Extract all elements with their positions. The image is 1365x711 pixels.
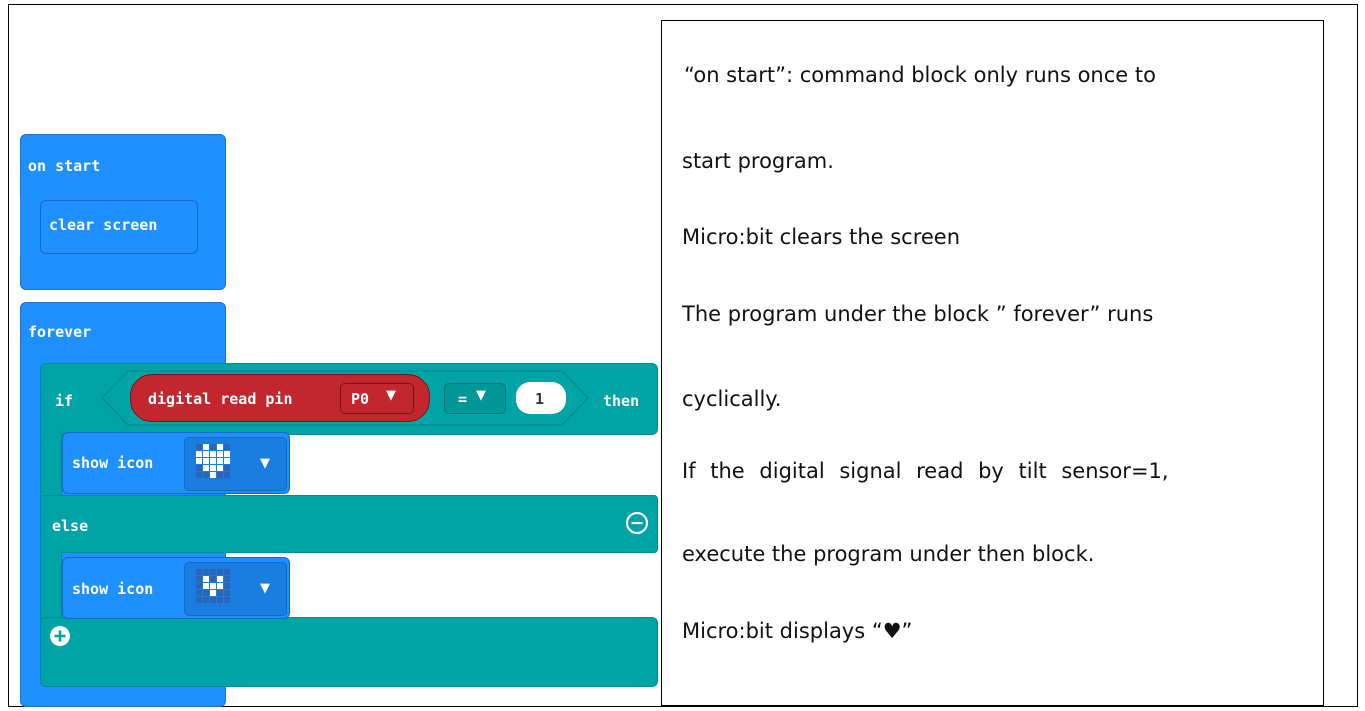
icon-led xyxy=(203,472,209,478)
desc-line-3: Micro:bit clears the screen xyxy=(682,225,961,249)
icon-led xyxy=(217,583,223,589)
add-else-if-icon[interactable] xyxy=(48,624,72,648)
icon-led xyxy=(217,576,223,582)
heart-icon xyxy=(196,444,230,478)
icon-led xyxy=(210,569,216,575)
icon-led xyxy=(210,576,216,582)
on-start-mouth xyxy=(20,196,42,256)
icon-led xyxy=(224,472,230,478)
icon-led xyxy=(203,569,209,575)
icon-led xyxy=(224,465,230,471)
icon-led xyxy=(203,465,209,471)
else-label: else xyxy=(52,517,89,535)
if-else-footer xyxy=(40,617,658,687)
icon-led xyxy=(196,465,202,471)
icon-led xyxy=(196,583,202,589)
operator-dropdown[interactable] xyxy=(444,383,506,414)
icon-led xyxy=(217,590,223,596)
icon-led xyxy=(196,451,202,457)
icon-led xyxy=(210,444,216,450)
icon-led xyxy=(196,597,202,603)
desc-line-8: Micro:bit displays “♥” xyxy=(682,619,913,643)
icon-led xyxy=(203,576,209,582)
icon-led xyxy=(210,597,216,603)
icon-led xyxy=(203,458,209,464)
icon-led xyxy=(217,444,223,450)
icon-led xyxy=(196,472,202,478)
remove-else-icon[interactable] xyxy=(624,510,650,536)
icon-led xyxy=(224,597,230,603)
icon-led xyxy=(224,590,230,596)
small-heart-icon xyxy=(196,569,230,603)
icon-led xyxy=(224,444,230,450)
pin-dropdown-value: P0 xyxy=(351,390,370,408)
icon-led xyxy=(224,451,230,457)
show-icon-else-label: show icon xyxy=(72,580,154,598)
icon-led xyxy=(196,569,202,575)
icon-led xyxy=(210,472,216,478)
icon-led xyxy=(203,444,209,450)
desc-line-7: execute the program under then block. xyxy=(682,542,1095,566)
on-start-label: on start xyxy=(28,157,101,175)
desc-line-4: The program under the block ” forever” r… xyxy=(682,302,1154,326)
icon-led xyxy=(210,583,216,589)
icon-else-chevron-down-icon: ▼ xyxy=(260,581,270,596)
digital-read-pin-label: digital read pin xyxy=(148,390,293,408)
icon-led xyxy=(196,458,202,464)
icon-led xyxy=(217,472,223,478)
icon-led xyxy=(210,590,216,596)
if-else-side-2 xyxy=(40,550,62,620)
icon-led xyxy=(217,451,223,457)
desc-line-6: If the digital signal read by tilt senso… xyxy=(682,459,1169,483)
icon-led xyxy=(196,576,202,582)
icon-led xyxy=(224,583,230,589)
clear-screen-label: clear screen xyxy=(49,216,158,234)
desc-line-2: start program. xyxy=(682,149,834,173)
icon-led xyxy=(203,590,209,596)
icon-led xyxy=(203,597,209,603)
icon-led xyxy=(196,590,202,596)
icon-then-chevron-down-icon: ▼ xyxy=(260,456,270,471)
icon-led xyxy=(224,458,230,464)
icon-led xyxy=(224,576,230,582)
show-icon-then-label: show icon xyxy=(72,454,154,472)
icon-led xyxy=(203,583,209,589)
operator-chevron-down-icon: ▼ xyxy=(476,388,486,403)
icon-led xyxy=(224,569,230,575)
icon-led xyxy=(217,597,223,603)
icon-led xyxy=(210,465,216,471)
forever-label: forever xyxy=(28,323,92,341)
description-box: “on start”: command block only runs once… xyxy=(661,20,1324,706)
if-label: if xyxy=(55,392,74,410)
then-label: then xyxy=(603,392,640,410)
if-else-side xyxy=(40,430,62,500)
else-bar xyxy=(40,495,658,553)
icon-led xyxy=(210,451,216,457)
pin-chevron-down-icon: ▼ xyxy=(386,388,396,403)
icon-led xyxy=(203,451,209,457)
icon-led xyxy=(210,458,216,464)
icon-led xyxy=(196,444,202,450)
icon-led xyxy=(217,458,223,464)
desc-line-1: “on start”: command block only runs once… xyxy=(684,63,1156,87)
icon-led xyxy=(217,465,223,471)
desc-line-5: cyclically. xyxy=(682,387,782,411)
icon-led xyxy=(217,569,223,575)
operator-dropdown-value: = xyxy=(458,390,468,408)
value-input-text: 1 xyxy=(535,390,545,408)
